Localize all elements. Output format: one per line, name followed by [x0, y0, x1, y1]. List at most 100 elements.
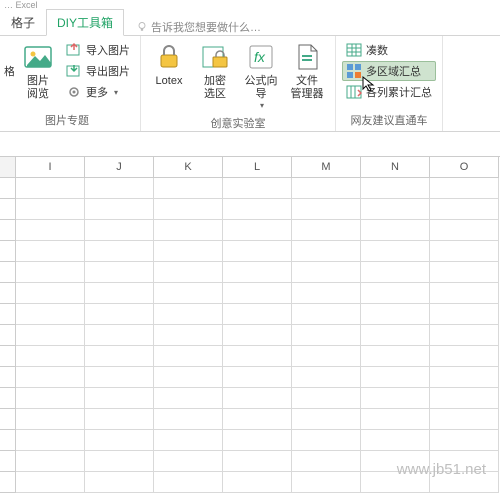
cell[interactable] — [430, 262, 499, 283]
cell[interactable] — [16, 346, 85, 367]
image-browse-button[interactable]: 图片阅览 — [16, 38, 60, 110]
row-header[interactable] — [0, 241, 16, 262]
col-header[interactable]: N — [361, 157, 430, 178]
cell[interactable] — [292, 430, 361, 451]
row-header[interactable] — [0, 283, 16, 304]
partial-button-grid[interactable]: 格 — [0, 61, 14, 81]
cell[interactable] — [292, 220, 361, 241]
row-header[interactable] — [0, 367, 16, 388]
cell[interactable] — [292, 178, 361, 199]
partial-button-top[interactable] — [0, 40, 14, 60]
cell[interactable] — [223, 199, 292, 220]
tell-me-search[interactable]: 告诉我您想要做什么… — [136, 19, 261, 35]
cell[interactable] — [361, 283, 430, 304]
row-header[interactable] — [0, 472, 16, 493]
multi-region-summary-button[interactable]: 多区域汇总 — [342, 61, 436, 81]
cell[interactable] — [85, 178, 154, 199]
row-header[interactable] — [0, 199, 16, 220]
cell[interactable] — [16, 472, 85, 493]
col-header[interactable]: O — [430, 157, 499, 178]
column-cumulative-button[interactable]: 各列累计汇总 — [342, 82, 436, 102]
cell[interactable] — [85, 346, 154, 367]
cell[interactable] — [430, 325, 499, 346]
file-manager-button[interactable]: 文件管理器 — [285, 38, 329, 113]
cell[interactable] — [85, 409, 154, 430]
cell[interactable] — [85, 472, 154, 493]
row-header[interactable] — [0, 451, 16, 472]
cell[interactable] — [292, 367, 361, 388]
cell[interactable] — [223, 283, 292, 304]
cell[interactable] — [154, 262, 223, 283]
row-header[interactable] — [0, 388, 16, 409]
cell[interactable] — [16, 451, 85, 472]
cell[interactable] — [154, 346, 223, 367]
select-all-corner[interactable] — [0, 157, 16, 178]
cell[interactable] — [292, 472, 361, 493]
cell[interactable] — [361, 388, 430, 409]
cell[interactable] — [154, 241, 223, 262]
cell[interactable] — [16, 430, 85, 451]
row-header[interactable] — [0, 262, 16, 283]
cell[interactable] — [154, 451, 223, 472]
cell[interactable] — [154, 178, 223, 199]
cell[interactable] — [361, 199, 430, 220]
cell[interactable] — [223, 304, 292, 325]
more-button[interactable]: 更多▾ — [62, 82, 134, 102]
cell[interactable] — [154, 199, 223, 220]
cell[interactable] — [361, 178, 430, 199]
cell[interactable] — [223, 325, 292, 346]
cell[interactable] — [85, 199, 154, 220]
cell[interactable] — [154, 472, 223, 493]
cell[interactable] — [430, 283, 499, 304]
cell[interactable] — [154, 430, 223, 451]
cell[interactable] — [16, 367, 85, 388]
cell[interactable] — [223, 388, 292, 409]
export-image-button[interactable]: 导出图片 — [62, 61, 134, 81]
cell[interactable] — [85, 241, 154, 262]
cell[interactable] — [154, 409, 223, 430]
row-header[interactable] — [0, 220, 16, 241]
cell[interactable] — [361, 430, 430, 451]
cell[interactable] — [154, 283, 223, 304]
cell[interactable] — [223, 262, 292, 283]
cell[interactable] — [223, 409, 292, 430]
cell[interactable] — [223, 451, 292, 472]
cell[interactable] — [292, 262, 361, 283]
cell[interactable] — [154, 220, 223, 241]
col-header[interactable]: L — [223, 157, 292, 178]
col-header[interactable]: I — [16, 157, 85, 178]
cell[interactable] — [16, 220, 85, 241]
cell[interactable] — [85, 283, 154, 304]
cell[interactable] — [361, 262, 430, 283]
cell[interactable] — [223, 346, 292, 367]
cell[interactable] — [361, 220, 430, 241]
cell[interactable] — [85, 325, 154, 346]
cell[interactable] — [361, 409, 430, 430]
cell[interactable] — [292, 325, 361, 346]
cell[interactable] — [361, 304, 430, 325]
cell[interactable] — [361, 346, 430, 367]
col-header[interactable]: J — [85, 157, 154, 178]
cell[interactable] — [85, 451, 154, 472]
row-header[interactable] — [0, 409, 16, 430]
cell[interactable] — [16, 262, 85, 283]
import-image-button[interactable]: 导入图片 — [62, 40, 134, 60]
cell[interactable] — [430, 304, 499, 325]
cell[interactable] — [430, 388, 499, 409]
cell[interactable] — [154, 367, 223, 388]
cell[interactable] — [16, 178, 85, 199]
cell[interactable] — [16, 409, 85, 430]
encrypt-selection-button[interactable]: 加密选区 — [193, 38, 237, 113]
cell[interactable] — [85, 220, 154, 241]
row-header[interactable] — [0, 430, 16, 451]
row-header[interactable] — [0, 304, 16, 325]
cell[interactable] — [223, 220, 292, 241]
cell[interactable] — [16, 283, 85, 304]
cell[interactable] — [154, 304, 223, 325]
col-header[interactable]: M — [292, 157, 361, 178]
cell[interactable] — [292, 346, 361, 367]
cell[interactable] — [292, 409, 361, 430]
cell[interactable] — [361, 367, 430, 388]
lotex-button[interactable]: Lotex — [147, 38, 191, 113]
cell[interactable] — [16, 304, 85, 325]
